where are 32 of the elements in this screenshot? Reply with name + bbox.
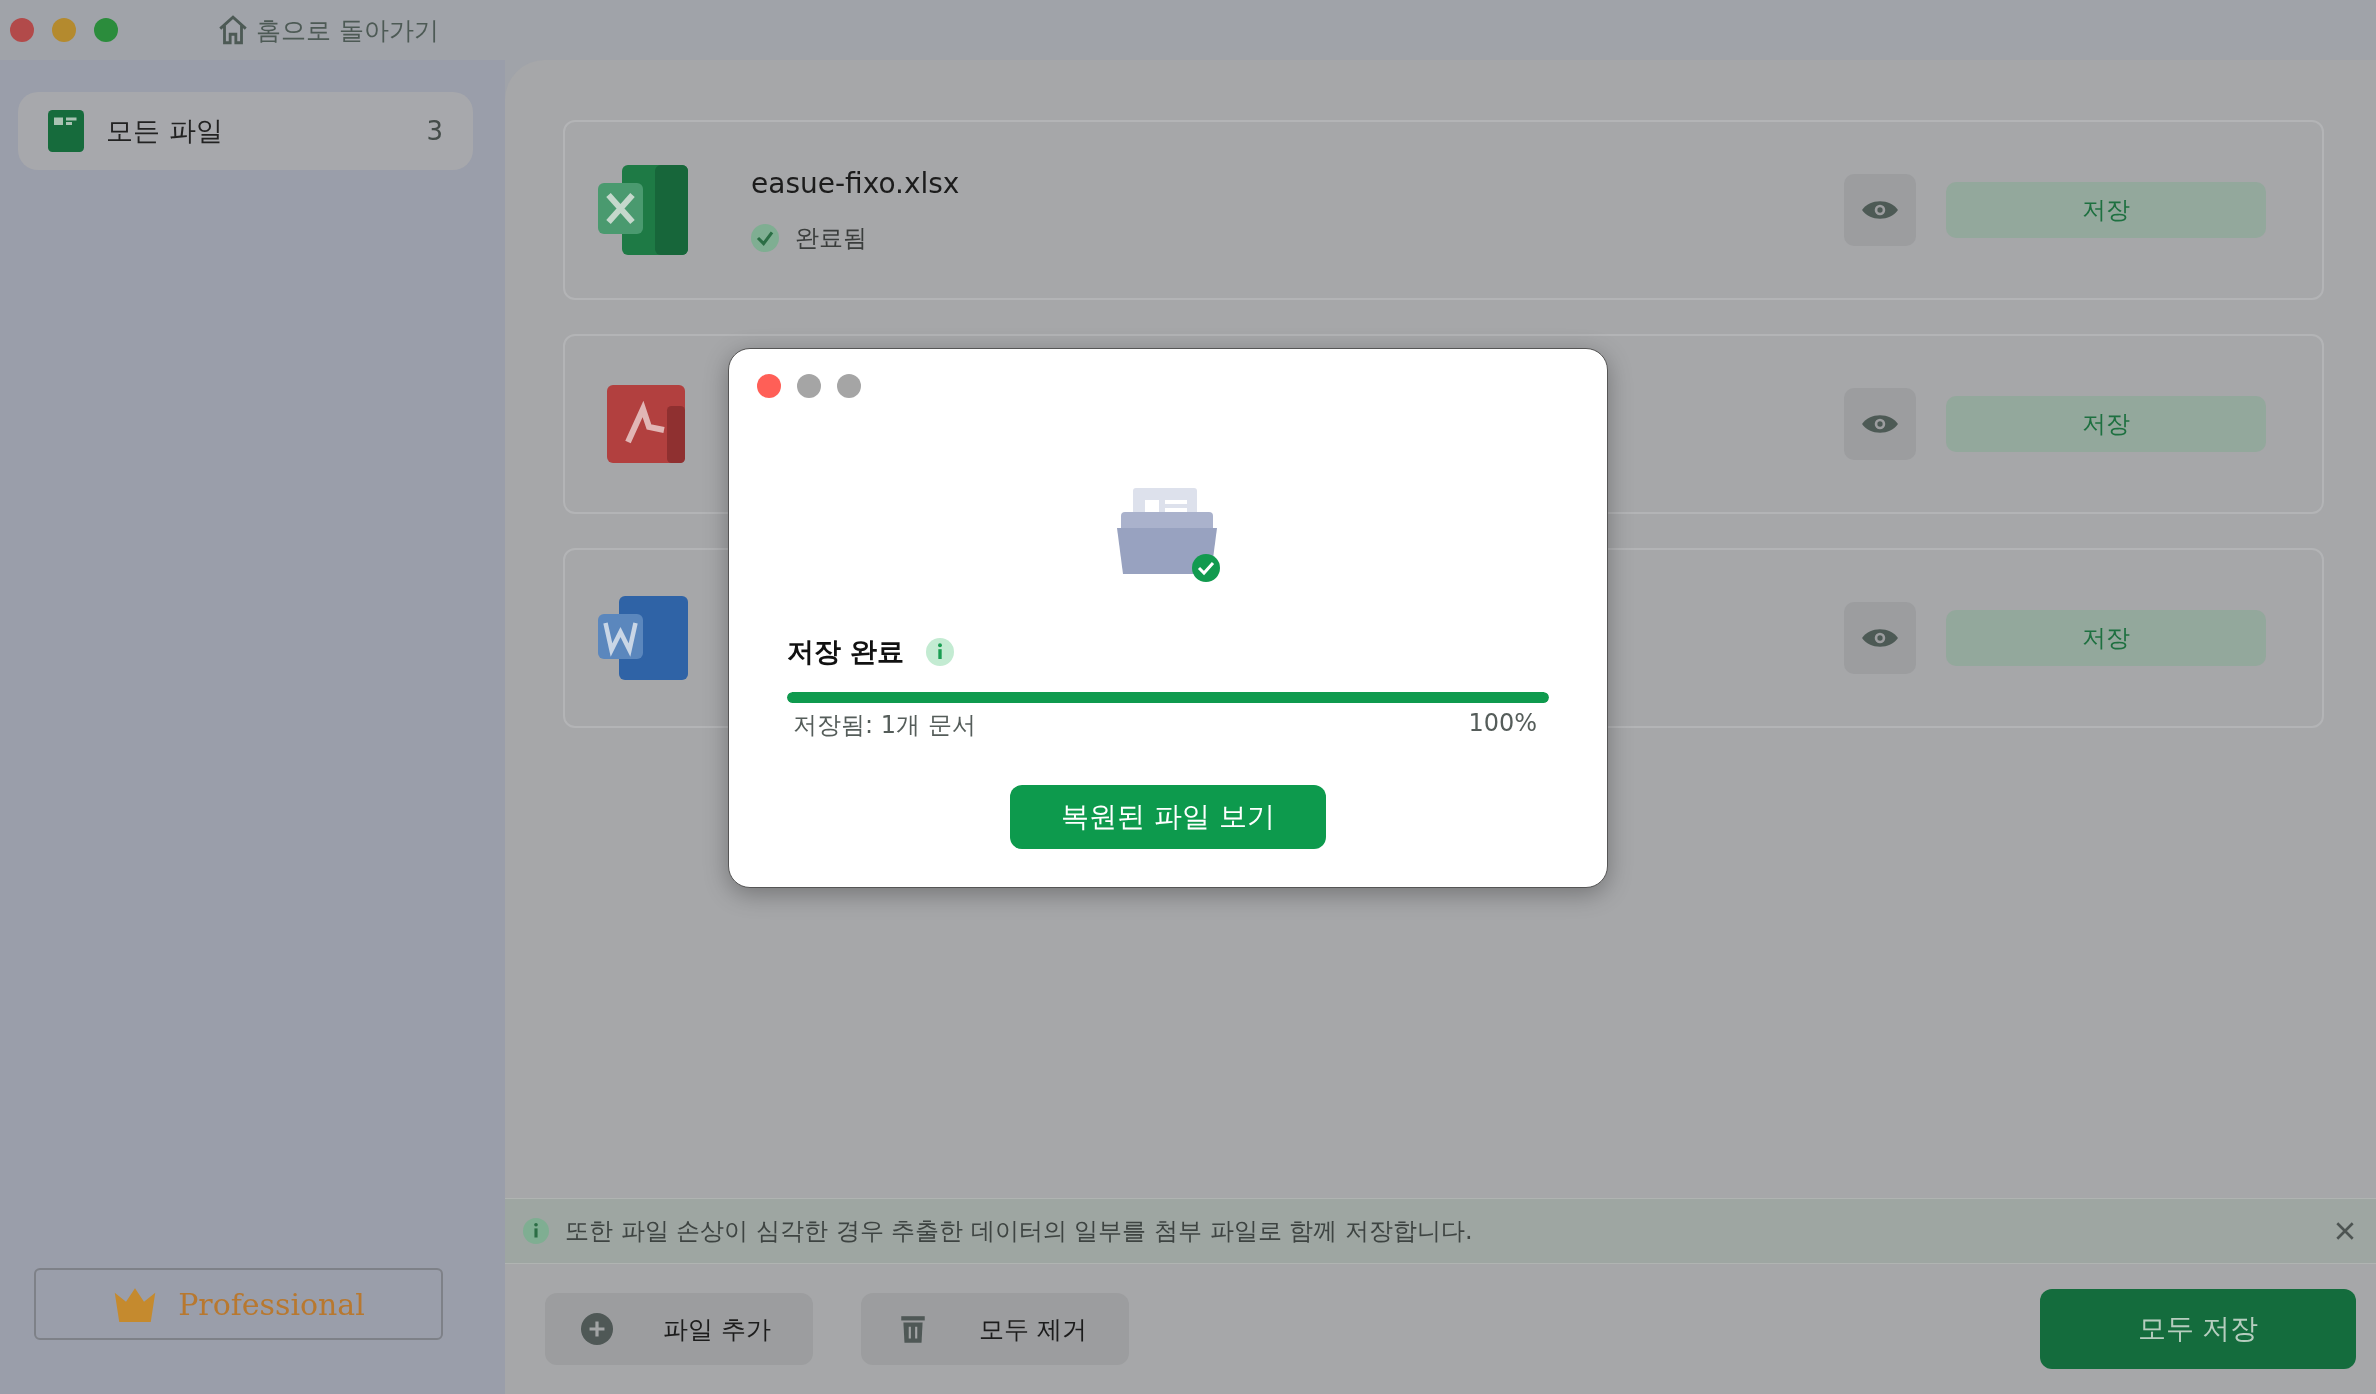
close-window-icon[interactable] bbox=[10, 18, 34, 42]
add-file-button[interactable]: 파일 추가 bbox=[545, 1293, 813, 1365]
file-list-icon bbox=[48, 109, 84, 153]
close-icon[interactable] bbox=[2334, 1220, 2356, 1242]
save-button[interactable]: 저장 bbox=[1946, 182, 2266, 238]
plus-icon bbox=[581, 1313, 613, 1345]
preview-button[interactable] bbox=[1844, 388, 1916, 460]
save-all-button[interactable]: 모두 저장 bbox=[2040, 1289, 2356, 1369]
file-name: easue-fixo.xlsx bbox=[751, 166, 961, 200]
sidebar-item[interactable]: 모든 파일 3 bbox=[18, 92, 473, 170]
notice-message: 또한 파일 손상이 심각한 경우 추출한 데이터의 일부를 첨부 파일로 함께 저장합니다. bbox=[565, 1216, 1474, 1247]
close-window-icon[interactable] bbox=[757, 374, 781, 398]
edition-label: Professional bbox=[178, 1286, 365, 1322]
status-label: 완료됨 bbox=[795, 222, 867, 254]
zoom-window-icon[interactable] bbox=[837, 374, 861, 398]
home-icon bbox=[216, 13, 250, 47]
back-home-button[interactable]: 홈으로 돌아가기 bbox=[216, 13, 439, 47]
zoom-window-icon[interactable] bbox=[94, 18, 118, 42]
minimize-window-icon[interactable] bbox=[797, 374, 821, 398]
check-icon bbox=[751, 223, 779, 252]
info-icon[interactable] bbox=[926, 638, 955, 666]
save-button[interactable]: 저장 bbox=[1946, 396, 2266, 452]
dialog-title: 저장 완료 bbox=[787, 635, 905, 669]
percent-label: 100% bbox=[1468, 709, 1537, 739]
saved-count-label: 저장됨: 1개 문서 bbox=[793, 710, 976, 741]
view-recovered-files-button[interactable]: 복원된 파일 보기 bbox=[1010, 785, 1326, 849]
info-icon bbox=[523, 1218, 549, 1244]
preview-button[interactable] bbox=[1844, 602, 1916, 674]
spreadsheet-file-icon bbox=[595, 162, 691, 258]
save-button[interactable]: 저장 bbox=[1946, 610, 2266, 666]
preview-button[interactable] bbox=[1844, 174, 1916, 246]
remove-all-button[interactable]: 모두 제거 bbox=[861, 1293, 1129, 1365]
